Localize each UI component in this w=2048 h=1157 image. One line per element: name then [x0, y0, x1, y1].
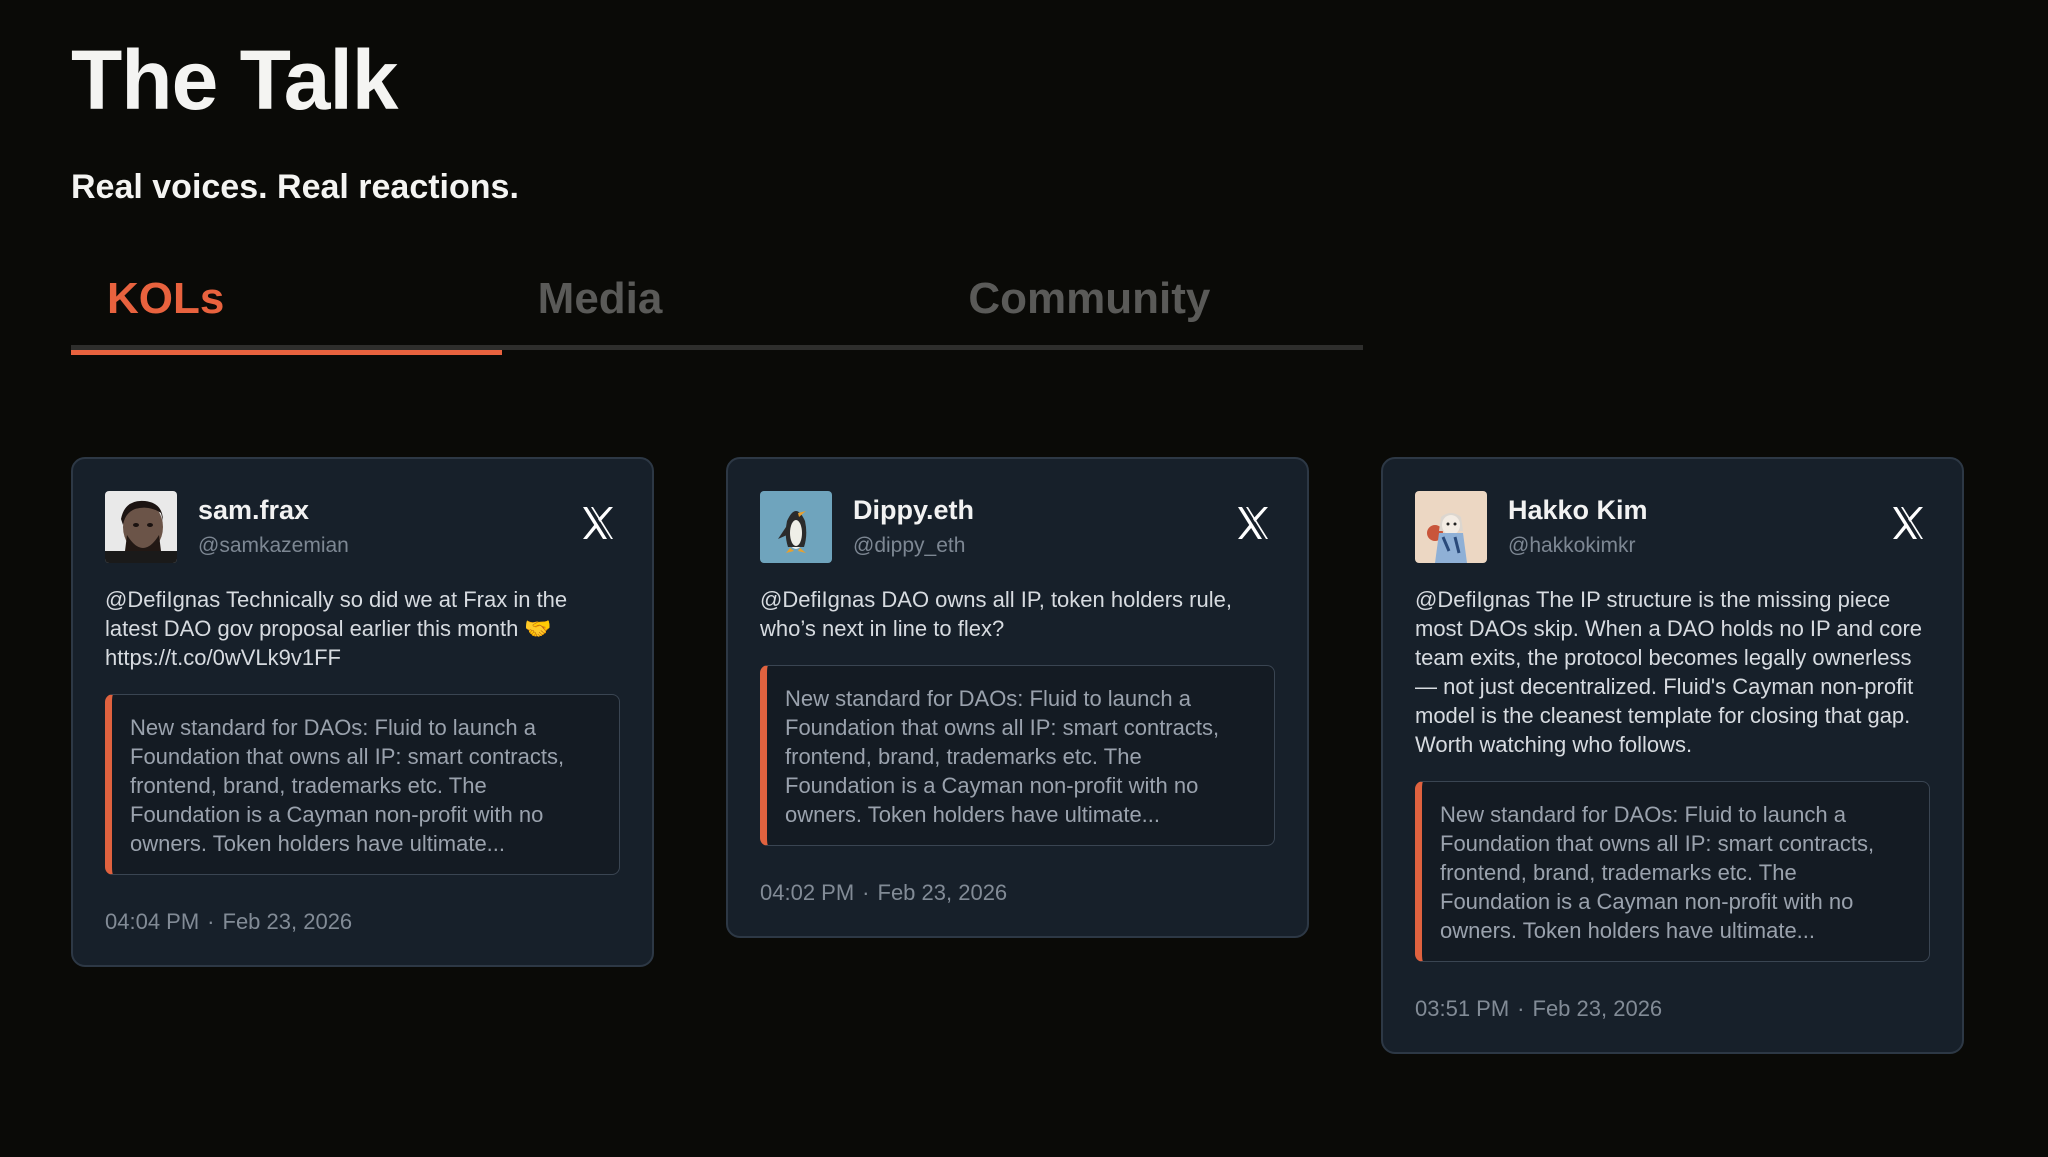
tweet-card[interactable]: Hakko Kim @hakkokimkr @DefiIgnas The IP …: [1381, 457, 1964, 1054]
avatar[interactable]: [1415, 491, 1487, 563]
quoted-tweet[interactable]: New standard for DAOs: Fluid to launch a…: [105, 694, 620, 875]
tweet-text: @DefiIgnas Technically so did we at Frax…: [105, 587, 568, 670]
tweet-timestamp: 04:04 PM · Feb 23, 2026: [105, 909, 620, 935]
author-handle[interactable]: @hakkokimkr: [1508, 534, 1648, 558]
meta-separator: ·: [207, 909, 215, 934]
avatar[interactable]: [105, 491, 177, 563]
avatar[interactable]: [760, 491, 832, 563]
x-logo-icon[interactable]: [578, 503, 618, 543]
tweet-time: 04:02 PM: [760, 880, 855, 905]
tab-community[interactable]: Community: [932, 264, 1363, 350]
author-name[interactable]: Dippy.eth: [853, 495, 974, 526]
tweet-timestamp: 03:51 PM · Feb 23, 2026: [1415, 996, 1930, 1022]
tweet-text: @DefiIgnas DAO owns all IP, token holder…: [760, 587, 1232, 641]
tab-bar: KOLs Media Community: [71, 264, 1363, 355]
tweet-date: Feb 23, 2026: [1532, 996, 1663, 1021]
tweet-card[interactable]: Dippy.eth @dippy_eth @DefiIgnas DAO owns…: [726, 457, 1309, 938]
quoted-tweet[interactable]: New standard for DAOs: Fluid to launch a…: [760, 665, 1275, 846]
tweet-timestamp: 04:02 PM · Feb 23, 2026: [760, 880, 1275, 906]
page-title: The Talk: [71, 33, 399, 127]
tweet-card-header: Hakko Kim @hakkokimkr: [1415, 491, 1930, 563]
quoted-tweet[interactable]: New standard for DAOs: Fluid to launch a…: [1415, 781, 1930, 962]
page: The Talk Real voices. Real reactions. KO…: [0, 0, 2048, 1157]
tweet-date: Feb 23, 2026: [222, 909, 353, 934]
tab-kols[interactable]: KOLs: [71, 264, 502, 355]
author-handle[interactable]: @samkazemian: [198, 534, 349, 558]
page-subtitle: Real voices. Real reactions.: [71, 168, 519, 206]
tweet-card-header: sam.frax @samkazemian: [105, 491, 620, 563]
tweet-time: 04:04 PM: [105, 909, 200, 934]
author-handle[interactable]: @dippy_eth: [853, 534, 974, 558]
x-logo-icon[interactable]: [1888, 503, 1928, 543]
author-name[interactable]: sam.frax: [198, 495, 349, 526]
tweet-text: @DefiIgnas The IP structure is the missi…: [1415, 587, 1923, 757]
tweet-time: 03:51 PM: [1415, 996, 1510, 1021]
tab-media[interactable]: Media: [502, 264, 933, 350]
tweet-date: Feb 23, 2026: [877, 880, 1008, 905]
x-logo-icon[interactable]: [1233, 503, 1273, 543]
meta-separator: ·: [1517, 996, 1525, 1021]
tweet-card[interactable]: sam.frax @samkazemian @DefiIgnas Technic…: [71, 457, 654, 967]
tweet-card-header: Dippy.eth @dippy_eth: [760, 491, 1275, 563]
meta-separator: ·: [862, 880, 870, 905]
author-name[interactable]: Hakko Kim: [1508, 495, 1648, 526]
